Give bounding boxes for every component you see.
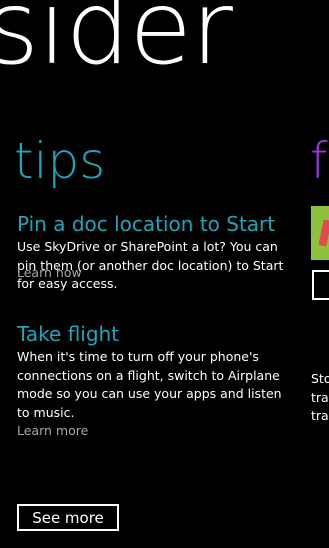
- see-more-button[interactable]: See more: [17, 504, 119, 531]
- next-panel-checkbox[interactable]: [312, 270, 329, 300]
- tip-heading-take-flight: Take flight: [17, 322, 120, 346]
- next-panel-text-line: tra: [311, 389, 329, 405]
- learn-more-link[interactable]: Learn more: [17, 424, 88, 438]
- next-panel-text-line: tra: [311, 408, 329, 423]
- app-title: sider: [0, 0, 233, 88]
- next-panel-image[interactable]: [311, 206, 329, 260]
- section-title-tips: tips: [14, 132, 106, 190]
- image-accent: [318, 219, 329, 247]
- next-panel-text: Sto tra tra: [311, 370, 329, 426]
- tip-heading-pin-doc: Pin a doc location to Start: [17, 212, 276, 236]
- next-panel-text-line: Sto: [311, 371, 329, 386]
- tip-body-take-flight: When it's time to turn off your phone's …: [17, 349, 282, 420]
- next-section-title-peek[interactable]: f: [310, 136, 328, 186]
- learn-how-link[interactable]: Learn how: [17, 266, 82, 280]
